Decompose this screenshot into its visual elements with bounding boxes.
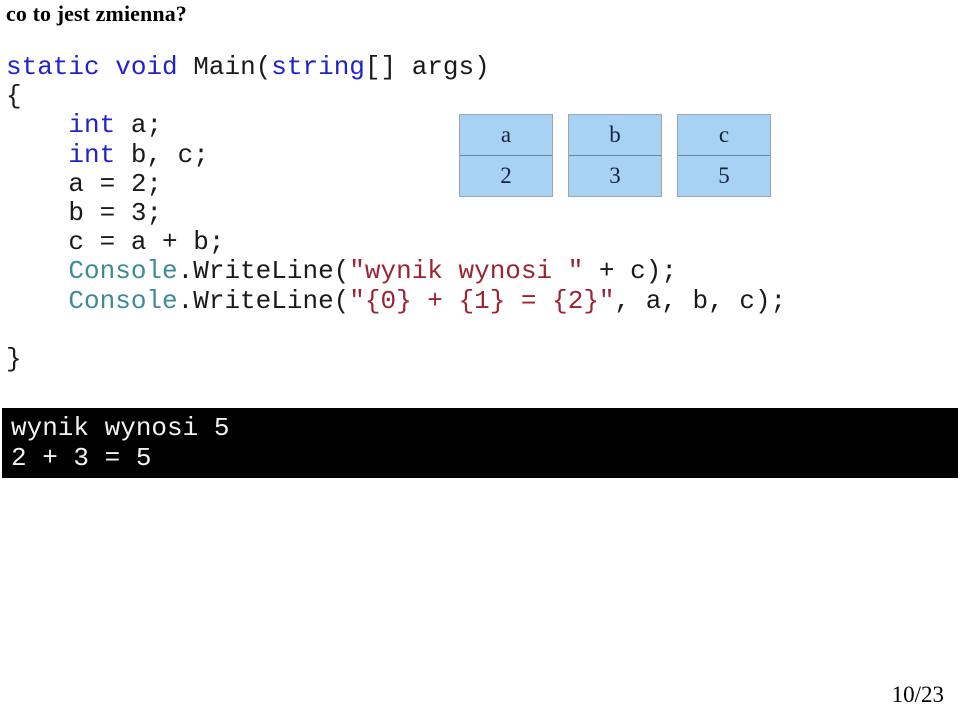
variable-box-c: c5	[677, 114, 771, 197]
code-token-plain: a;	[115, 110, 163, 141]
code-token-keyword: void	[115, 52, 178, 82]
line-signature: static void Main(string[] args)	[6, 52, 786, 82]
code-token-plain: b, c;	[115, 139, 209, 170]
line-writeline-2: Console.WriteLine("{0} + {1} = {2}", a, …	[6, 285, 787, 316]
variable-value-cell: 2	[500, 163, 512, 188]
code-token-class: Console	[68, 256, 178, 287]
code-token-plain: {	[6, 81, 22, 112]
page-number: 10/23	[891, 682, 944, 707]
code-token-plain: .WriteLine(	[177, 256, 350, 287]
code-token-plain: }	[6, 343, 22, 374]
line-open-brace: {	[6, 82, 786, 111]
variable-name-cell: c	[678, 115, 770, 156]
code-token-plain: + c);	[583, 256, 677, 287]
variable-table: a2b3c5	[459, 114, 771, 197]
code-token-plain: a = 2;	[6, 168, 163, 199]
code-token-plain: [] args)	[364, 52, 490, 82]
code-token-keyword: static	[6, 52, 100, 82]
line-writeline-1: Console.WriteLine("wynik wynosi " + c);	[6, 257, 786, 286]
variable-name-cell: a	[460, 115, 552, 156]
code-token-plain: Main(	[177, 52, 272, 82]
variable-box-b: b3	[568, 114, 662, 197]
variable-box-a: a2	[459, 114, 553, 197]
line-assign-c: c = a + b;	[6, 228, 786, 257]
line-close-brace: }	[6, 343, 786, 374]
code-token-class: Console	[68, 285, 178, 316]
code-token-plain: b = 3;	[6, 197, 163, 228]
line-assign-b: b = 3;	[6, 197, 786, 228]
code-token-type: string	[271, 52, 365, 82]
code-token-plain: c = a + b;	[6, 227, 225, 258]
code-token-string: "wynik wynosi "	[349, 256, 584, 287]
variable-value-cell: 5	[718, 163, 730, 188]
code-token-type: int	[68, 110, 116, 141]
code-token-plain: , a, b, c);	[614, 285, 787, 316]
console-output-panel: wynik wynosi 52 + 3 = 5	[2, 408, 958, 478]
variable-value-cell: 3	[609, 163, 621, 188]
variable-name-cell: b	[569, 115, 661, 156]
code-token-type: int	[68, 139, 116, 170]
code-token-plain: .WriteLine(	[177, 285, 350, 316]
console-output-line: wynik wynosi 5	[11, 413, 230, 443]
code-block: static void Main(string[] args){ int a; …	[6, 52, 787, 374]
page-title: co to jest zmienna?	[6, 1, 187, 26]
line-gap	[6, 316, 786, 345]
code-token-string: "{0} + {1} = {2}"	[349, 285, 615, 316]
console-output-line: 2 + 3 = 5	[11, 443, 152, 473]
